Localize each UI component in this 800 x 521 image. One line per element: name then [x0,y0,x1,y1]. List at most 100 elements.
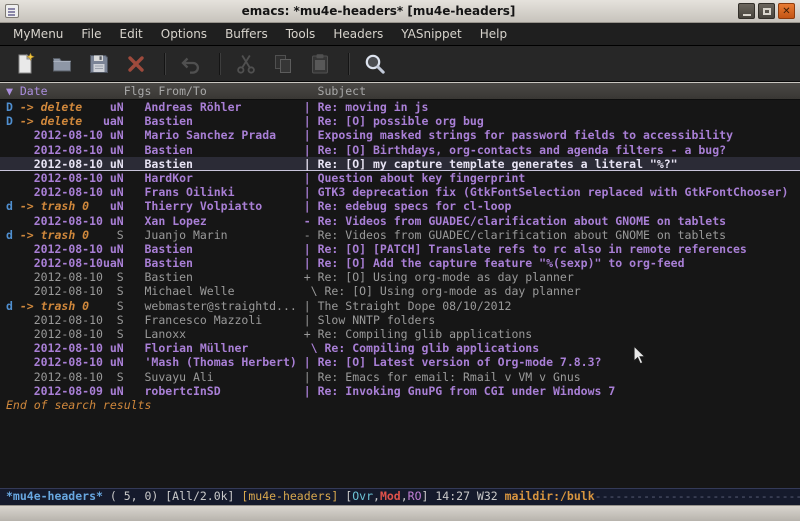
message-text: uN 'Mash (Thomas Herbert) | Re: [O] Late… [103,355,602,369]
message-list: D -> delete uN Andreas Röhler | Re: movi… [0,100,800,488]
mark-char [6,284,20,298]
mark-char [6,157,20,171]
message-row[interactable]: 2012-08-10 uN Bastien | Re: [O] my captu… [0,157,800,171]
date-or-target: 2012-08-10 [20,242,103,256]
paste-button [303,49,337,79]
message-text: S Juanjo Marin - Re: Videos from GUADEC/… [103,228,726,242]
message-row[interactable]: 2012-08-10uaN Bastien | Re: [O] Add the … [0,256,800,270]
modeline-flag-: , [401,489,408,503]
message-row[interactable]: 2012-08-10 S Suvayu Ali | Re: Emacs for … [0,370,800,384]
modeline-position: ( 5, 0) [All/2.0k] [103,489,241,503]
message-text: uN HardKor | Question about key fingerpr… [103,171,525,185]
message-row[interactable]: 2012-08-10 uN HardKor | Question about k… [0,171,800,185]
minimize-button[interactable] [738,3,755,19]
date-or-target: 2012-08-10 [20,370,103,384]
message-row[interactable]: 2012-08-10 uN Bastien | Re: [O] Birthday… [0,143,800,157]
undo-button [174,49,208,79]
message-text: uN Frans Oilinki | GTK3 deprecation fix … [103,185,788,199]
copy-icon [271,52,295,76]
modeline-flag-ro: RO [408,489,422,503]
maximize-button[interactable] [758,3,775,19]
message-row[interactable]: d -> trash 0 S Juanjo Marin - Re: Videos… [0,228,800,242]
maximize-icon [763,8,771,15]
message-text: uN robertcInSD | Re: Invoking GnuPG from… [103,384,615,398]
modeline-flags-close: ] [422,489,436,503]
emacs-icon [5,4,19,18]
date-or-target: -> trash 0 [20,199,103,213]
column-header-fromto[interactable]: From/To [158,84,206,99]
message-row[interactable]: 2012-08-10 S Francesco Mazzoli | Slow NN… [0,313,800,327]
date-or-target: -> delete [20,100,103,114]
header-line: ▼ Date Flgs From/To Subject [0,82,800,100]
modeline-clock: 14:27 W32 [435,489,504,503]
date-or-target: 2012-08-10 [20,327,103,341]
modeline-flags: Ovr,Mod,RO [352,489,421,503]
emacs-window: emacs: *mu4e-headers* [mu4e-headers] ✕ M… [0,0,800,521]
message-row[interactable]: d -> trash 0 S webmaster@straightd... | … [0,299,800,313]
menu-item-tools[interactable]: Tools [277,24,325,44]
end-of-results: End of search results [0,398,800,412]
mark-char [6,171,20,185]
undo-icon [179,52,203,76]
message-row[interactable]: 2012-08-09 uN robertcInSD | Re: Invoking… [0,384,800,398]
menu-item-buffers[interactable]: Buffers [216,24,277,44]
mark-char: d [6,199,20,213]
cut-icon [234,52,258,76]
message-row[interactable]: 2012-08-10 uN Bastien | Re: [O] [PATCH] … [0,242,800,256]
message-text: uN Bastien | Re: [O] my capture template… [103,157,678,171]
menu-item-mymenu[interactable]: MyMenu [4,24,72,44]
date-or-target: 2012-08-10 [20,313,103,327]
mark-char: d [6,299,20,313]
title-bar: emacs: *mu4e-headers* [mu4e-headers] ✕ [0,0,800,23]
message-text: uN Xan Lopez - Re: Videos from GUADEC/cl… [103,214,726,228]
open-folder-button[interactable] [45,49,79,79]
message-row[interactable]: 2012-08-10 uN Florian Müllner \ Re: Comp… [0,341,800,355]
message-row[interactable]: 2012-08-10 S Lanoxx + Re: Compiling glib… [0,327,800,341]
message-row[interactable]: 2012-08-10 uN 'Mash (Thomas Herbert) | R… [0,355,800,369]
mode-line: *mu4e-headers* ( 5, 0) [All/2.0k] [mu4e-… [0,488,800,505]
mark-char [6,256,20,270]
open-folder-icon [50,52,74,76]
close-button[interactable]: ✕ [778,3,795,19]
toolbar-separator [164,53,166,75]
date-or-target: 2012-08-10 [20,128,103,142]
modeline-flags-open: [ [338,489,352,503]
column-header-flgs[interactable]: Flgs [124,84,152,99]
message-row[interactable]: 2012-08-10 S Bastien + Re: [O] Using org… [0,270,800,284]
mark-char [6,143,20,157]
column-header-date[interactable]: ▼ Date [6,84,48,99]
modeline-flag-ovr: Ovr [352,489,373,503]
message-row[interactable]: 2012-08-10 uN Xan Lopez - Re: Videos fro… [0,214,800,228]
message-row[interactable]: d -> trash 0 uN Thierry Volpiatto | Re: … [0,199,800,213]
new-file-button[interactable] [8,49,42,79]
message-text: S Lanoxx + Re: Compiling glib applicatio… [103,327,532,341]
message-text: uN Thierry Volpiatto | Re: edebug specs … [103,199,512,213]
menu-item-file[interactable]: File [72,24,110,44]
mark-char [6,355,20,369]
modeline-filler: ----------------------------------------… [595,489,800,503]
close-icon: ✕ [782,6,790,17]
date-or-target: -> delete [20,114,103,128]
toolbar-separator [348,53,350,75]
message-row[interactable]: 2012-08-10 uN Frans Oilinki | GTK3 depre… [0,185,800,199]
message-text: uN Florian Müllner \ Re: Compiling glib … [103,341,539,355]
message-row[interactable]: 2012-08-10 uN Mario Sanchez Prada | Expo… [0,128,800,142]
mark-char [6,128,20,142]
message-row[interactable]: D -> delete uaN Bastien | Re: [O] possib… [0,114,800,128]
message-row[interactable]: D -> delete uN Andreas Röhler | Re: movi… [0,100,800,114]
save-button[interactable] [82,49,116,79]
message-text: uN Bastien | Re: [O] [PATCH] Translate r… [103,242,747,256]
mark-char: D [6,100,20,114]
menu-item-help[interactable]: Help [471,24,516,44]
menu-item-headers[interactable]: Headers [324,24,392,44]
menu-item-edit[interactable]: Edit [111,24,152,44]
menu-bar: MyMenuFileEditOptionsBuffersToolsHeaders… [0,23,800,46]
message-row[interactable]: 2012-08-10 S Michael Welle \ Re: [O] Usi… [0,284,800,298]
close-button[interactable] [119,49,153,79]
mark-char [6,270,20,284]
menu-item-yasnippet[interactable]: YASnippet [392,24,471,44]
menu-item-options[interactable]: Options [152,24,216,44]
mark-char [6,370,20,384]
column-header-subject[interactable]: Subject [318,84,366,99]
search-button[interactable] [358,49,392,79]
